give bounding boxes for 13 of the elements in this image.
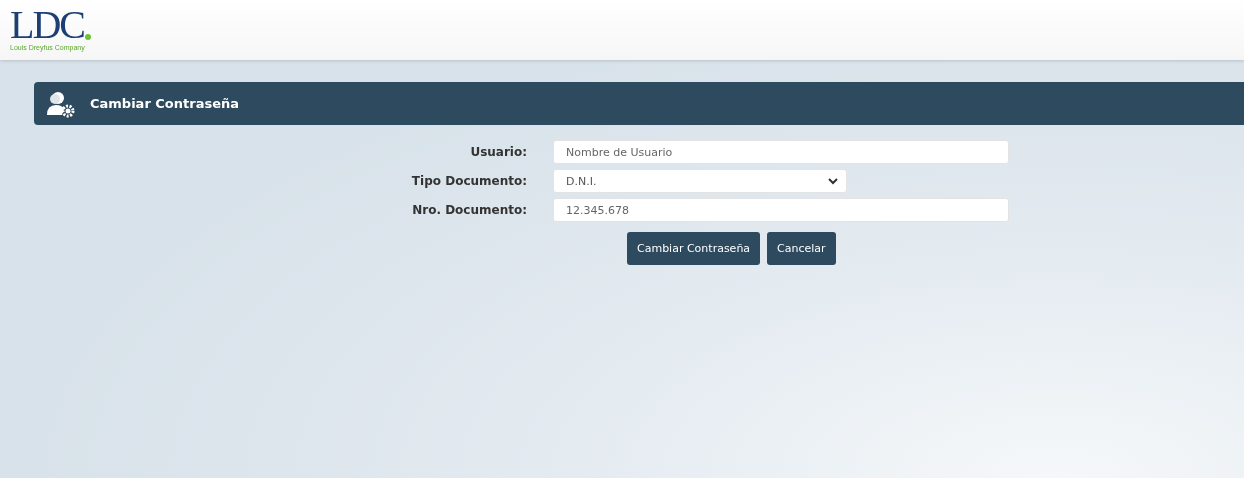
cancel-button[interactable]: Cancelar <box>767 232 836 265</box>
users-gear-icon <box>46 89 76 118</box>
submit-button[interactable]: Cambiar Contraseña <box>627 232 761 265</box>
field-label: Nro. Documento: <box>411 203 527 217</box>
dot-icon <box>85 34 91 40</box>
chevron-down-icon <box>828 177 838 185</box>
field-label: Tipo Documento: <box>410 174 527 188</box>
logo-text: LDC <box>10 6 84 44</box>
select-field[interactable]: D.N.I. <box>553 169 847 193</box>
input-field[interactable]: Nombre de Usuario <box>553 140 1009 164</box>
input-field[interactable]: 12.345.678 <box>553 198 1009 222</box>
field-label: Usuario: <box>469 145 527 159</box>
panel-title: Cambiar Contraseña <box>90 96 240 111</box>
